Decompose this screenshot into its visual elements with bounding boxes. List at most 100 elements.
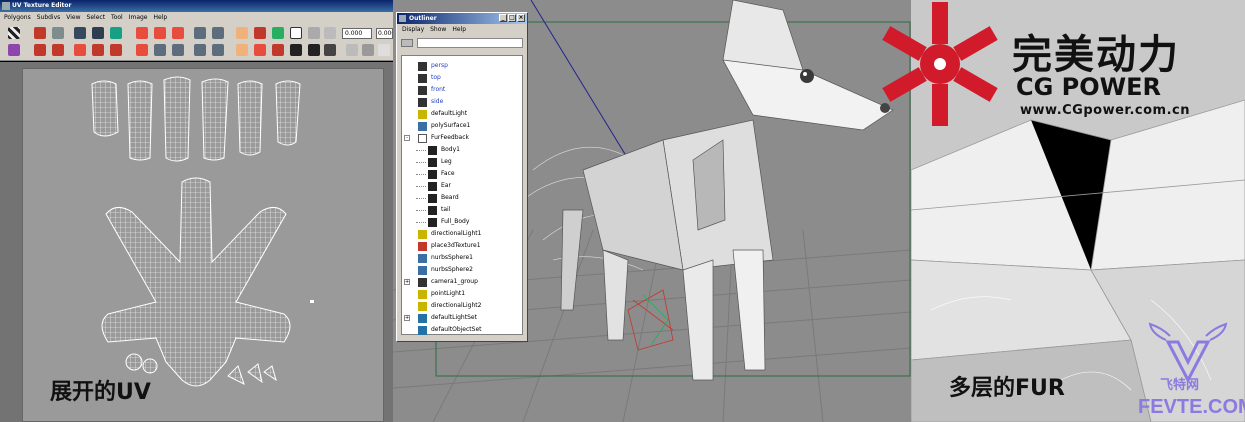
outliner-filter-field[interactable]	[417, 38, 523, 48]
uv-editor-titlebar: UV Texture Editor	[0, 0, 393, 12]
outliner-list[interactable]: persp top front side defaultLight polySurface…	[401, 55, 523, 335]
brand-english-name: CG POWER	[1016, 73, 1162, 101]
fevte-chinese: 飞特网	[1160, 378, 1200, 393]
outliner-menu-display[interactable]: Display	[402, 24, 424, 35]
outliner-item-label: Leg	[441, 158, 452, 165]
display-image-icon[interactable]	[272, 27, 284, 39]
cut-uv-icon[interactable]	[74, 27, 86, 39]
user-dark-icon[interactable]	[324, 44, 336, 56]
outliner-menu-help[interactable]: Help	[452, 24, 466, 35]
set-icon	[418, 314, 427, 323]
redo-icon[interactable]	[52, 44, 64, 56]
tree-connector	[416, 210, 426, 211]
flip-v-icon[interactable]	[52, 27, 64, 39]
close-button[interactable]: ×	[517, 14, 525, 22]
outliner-item[interactable]: nurbsSphere2	[402, 264, 522, 276]
grid-alt-icon[interactable]	[172, 44, 184, 56]
select-icon[interactable]	[8, 44, 20, 56]
outliner-item-label: top	[431, 74, 441, 81]
outliner-item-label: directionalLight2	[431, 302, 482, 309]
maximize-button[interactable]: □	[508, 14, 516, 22]
outliner-item[interactable]: + camera1_group	[402, 276, 522, 288]
outliner-item[interactable]: defaultObjectSet	[402, 324, 522, 336]
rotate-icon[interactable]	[254, 27, 266, 39]
menu-select[interactable]: Select	[87, 12, 106, 23]
dim-image-icon[interactable]	[212, 44, 224, 56]
outliner-item[interactable]: - FurFeedback	[402, 132, 522, 144]
minimize-button[interactable]: _	[499, 14, 507, 22]
outliner-tool-icon[interactable]	[401, 39, 413, 47]
move-sew-icon[interactable]	[110, 27, 122, 39]
outliner-item[interactable]: pointLight1	[402, 288, 522, 300]
undo-icon[interactable]	[34, 44, 46, 56]
outliner-item[interactable]: Face	[402, 168, 522, 180]
outliner-window-icon	[399, 15, 406, 22]
sew-uv-icon[interactable]	[92, 27, 104, 39]
color-icon[interactable]	[272, 44, 284, 56]
arrow-right-icon[interactable]	[154, 27, 166, 39]
grid-icon[interactable]	[154, 44, 166, 56]
menu-subdivs[interactable]: Subdivs	[37, 12, 61, 23]
outliner-item[interactable]: persp	[402, 60, 522, 72]
camera-icon	[418, 278, 427, 287]
relax-icon[interactable]	[92, 44, 104, 56]
fur-icon	[428, 218, 437, 227]
outliner-item[interactable]: Body1	[402, 144, 522, 156]
menu-view[interactable]: View	[66, 12, 80, 23]
outliner-item[interactable]: tail	[402, 204, 522, 216]
collapse-icon[interactable]: -	[404, 135, 410, 141]
arrow-left-icon[interactable]	[136, 27, 148, 39]
grid-snap-icon[interactable]	[194, 27, 206, 39]
shade-icon[interactable]	[290, 27, 302, 39]
expand-icon[interactable]: +	[404, 279, 410, 285]
outliner-item[interactable]: Beard	[402, 192, 522, 204]
u-value-field[interactable]	[342, 28, 372, 39]
expand-icon[interactable]: +	[404, 315, 410, 321]
outliner-item[interactable]: defaultLight	[402, 108, 522, 120]
pixel-snap-icon[interactable]	[212, 27, 224, 39]
outliner-item[interactable]: directionalLight2	[402, 300, 522, 312]
outliner-item[interactable]: polySurface1	[402, 120, 522, 132]
user-alt-icon[interactable]	[236, 44, 248, 56]
outliner-item[interactable]: top	[402, 72, 522, 84]
arrow-down-icon[interactable]	[172, 27, 184, 39]
layout-icon[interactable]	[74, 44, 86, 56]
unfold-icon[interactable]	[110, 44, 122, 56]
isolate-icon[interactable]	[308, 27, 320, 39]
copy-icon[interactable]	[346, 44, 358, 56]
outliner-item[interactable]: place3dTexture1	[402, 240, 522, 252]
alpha-icon[interactable]	[290, 44, 302, 56]
outliner-item[interactable]: Leg	[402, 156, 522, 168]
outliner-item[interactable]: directionalLight1	[402, 228, 522, 240]
paste-icon[interactable]	[362, 44, 374, 56]
menu-image[interactable]: Image	[129, 12, 148, 23]
flip-u-icon[interactable]	[34, 27, 46, 39]
rgb-icon[interactable]	[308, 44, 320, 56]
menu-polygons[interactable]: Polygons	[4, 12, 31, 23]
outliner-item[interactable]: + defaultLightSet	[402, 312, 522, 324]
uv-caption: 展开的UV	[50, 380, 151, 405]
outliner-item-label: tail	[441, 206, 451, 213]
outliner-item[interactable]: front	[402, 84, 522, 96]
outliner-item-label: nurbsSphere2	[431, 266, 473, 273]
outliner-menu-show[interactable]: Show	[430, 24, 446, 35]
v-value-field[interactable]	[376, 28, 393, 39]
tree-connector	[416, 198, 426, 199]
outliner-item[interactable]: nurbsSphere1	[402, 252, 522, 264]
uv-canvas[interactable]: 展开的UV	[0, 62, 393, 422]
menu-help[interactable]: Help	[154, 12, 168, 23]
outliner-item[interactable]: Ear	[402, 180, 522, 192]
clipboard-icon[interactable]	[378, 44, 390, 56]
fevte-english: FEVTE.COM	[1138, 396, 1245, 418]
texture-borders-icon[interactable]	[194, 44, 206, 56]
filter-icon[interactable]	[254, 44, 266, 56]
outliner-item[interactable]: Full_Body	[402, 216, 522, 228]
outliner-window: Outliner _ □ × Display Show Help persp to…	[396, 12, 528, 342]
outliner-item[interactable]: side	[402, 96, 522, 108]
light-icon	[418, 230, 427, 239]
checker-map-icon[interactable]	[8, 27, 20, 39]
user-gray-icon[interactable]	[324, 27, 336, 39]
user-icon[interactable]	[236, 27, 248, 39]
align-up-icon[interactable]	[136, 44, 148, 56]
menu-tool[interactable]: Tool	[111, 12, 123, 23]
